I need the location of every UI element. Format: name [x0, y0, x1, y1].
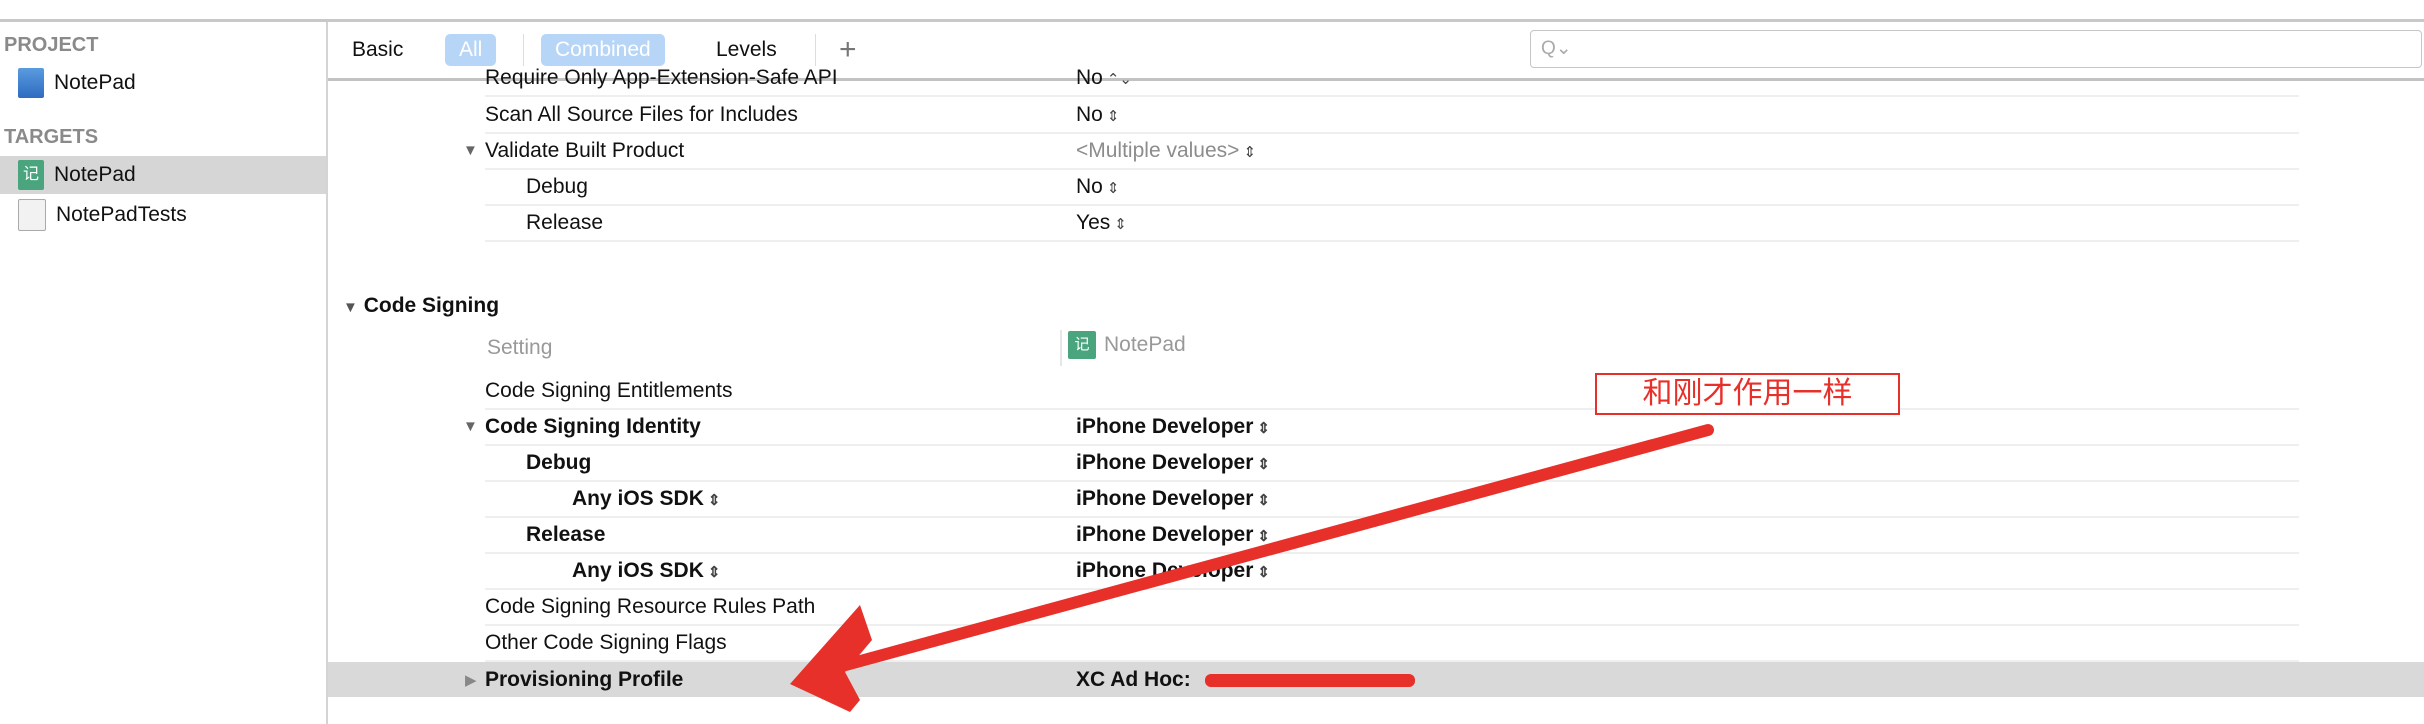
annotation-arrow: [790, 424, 1714, 712]
arrow-shaft: [814, 424, 1714, 678]
